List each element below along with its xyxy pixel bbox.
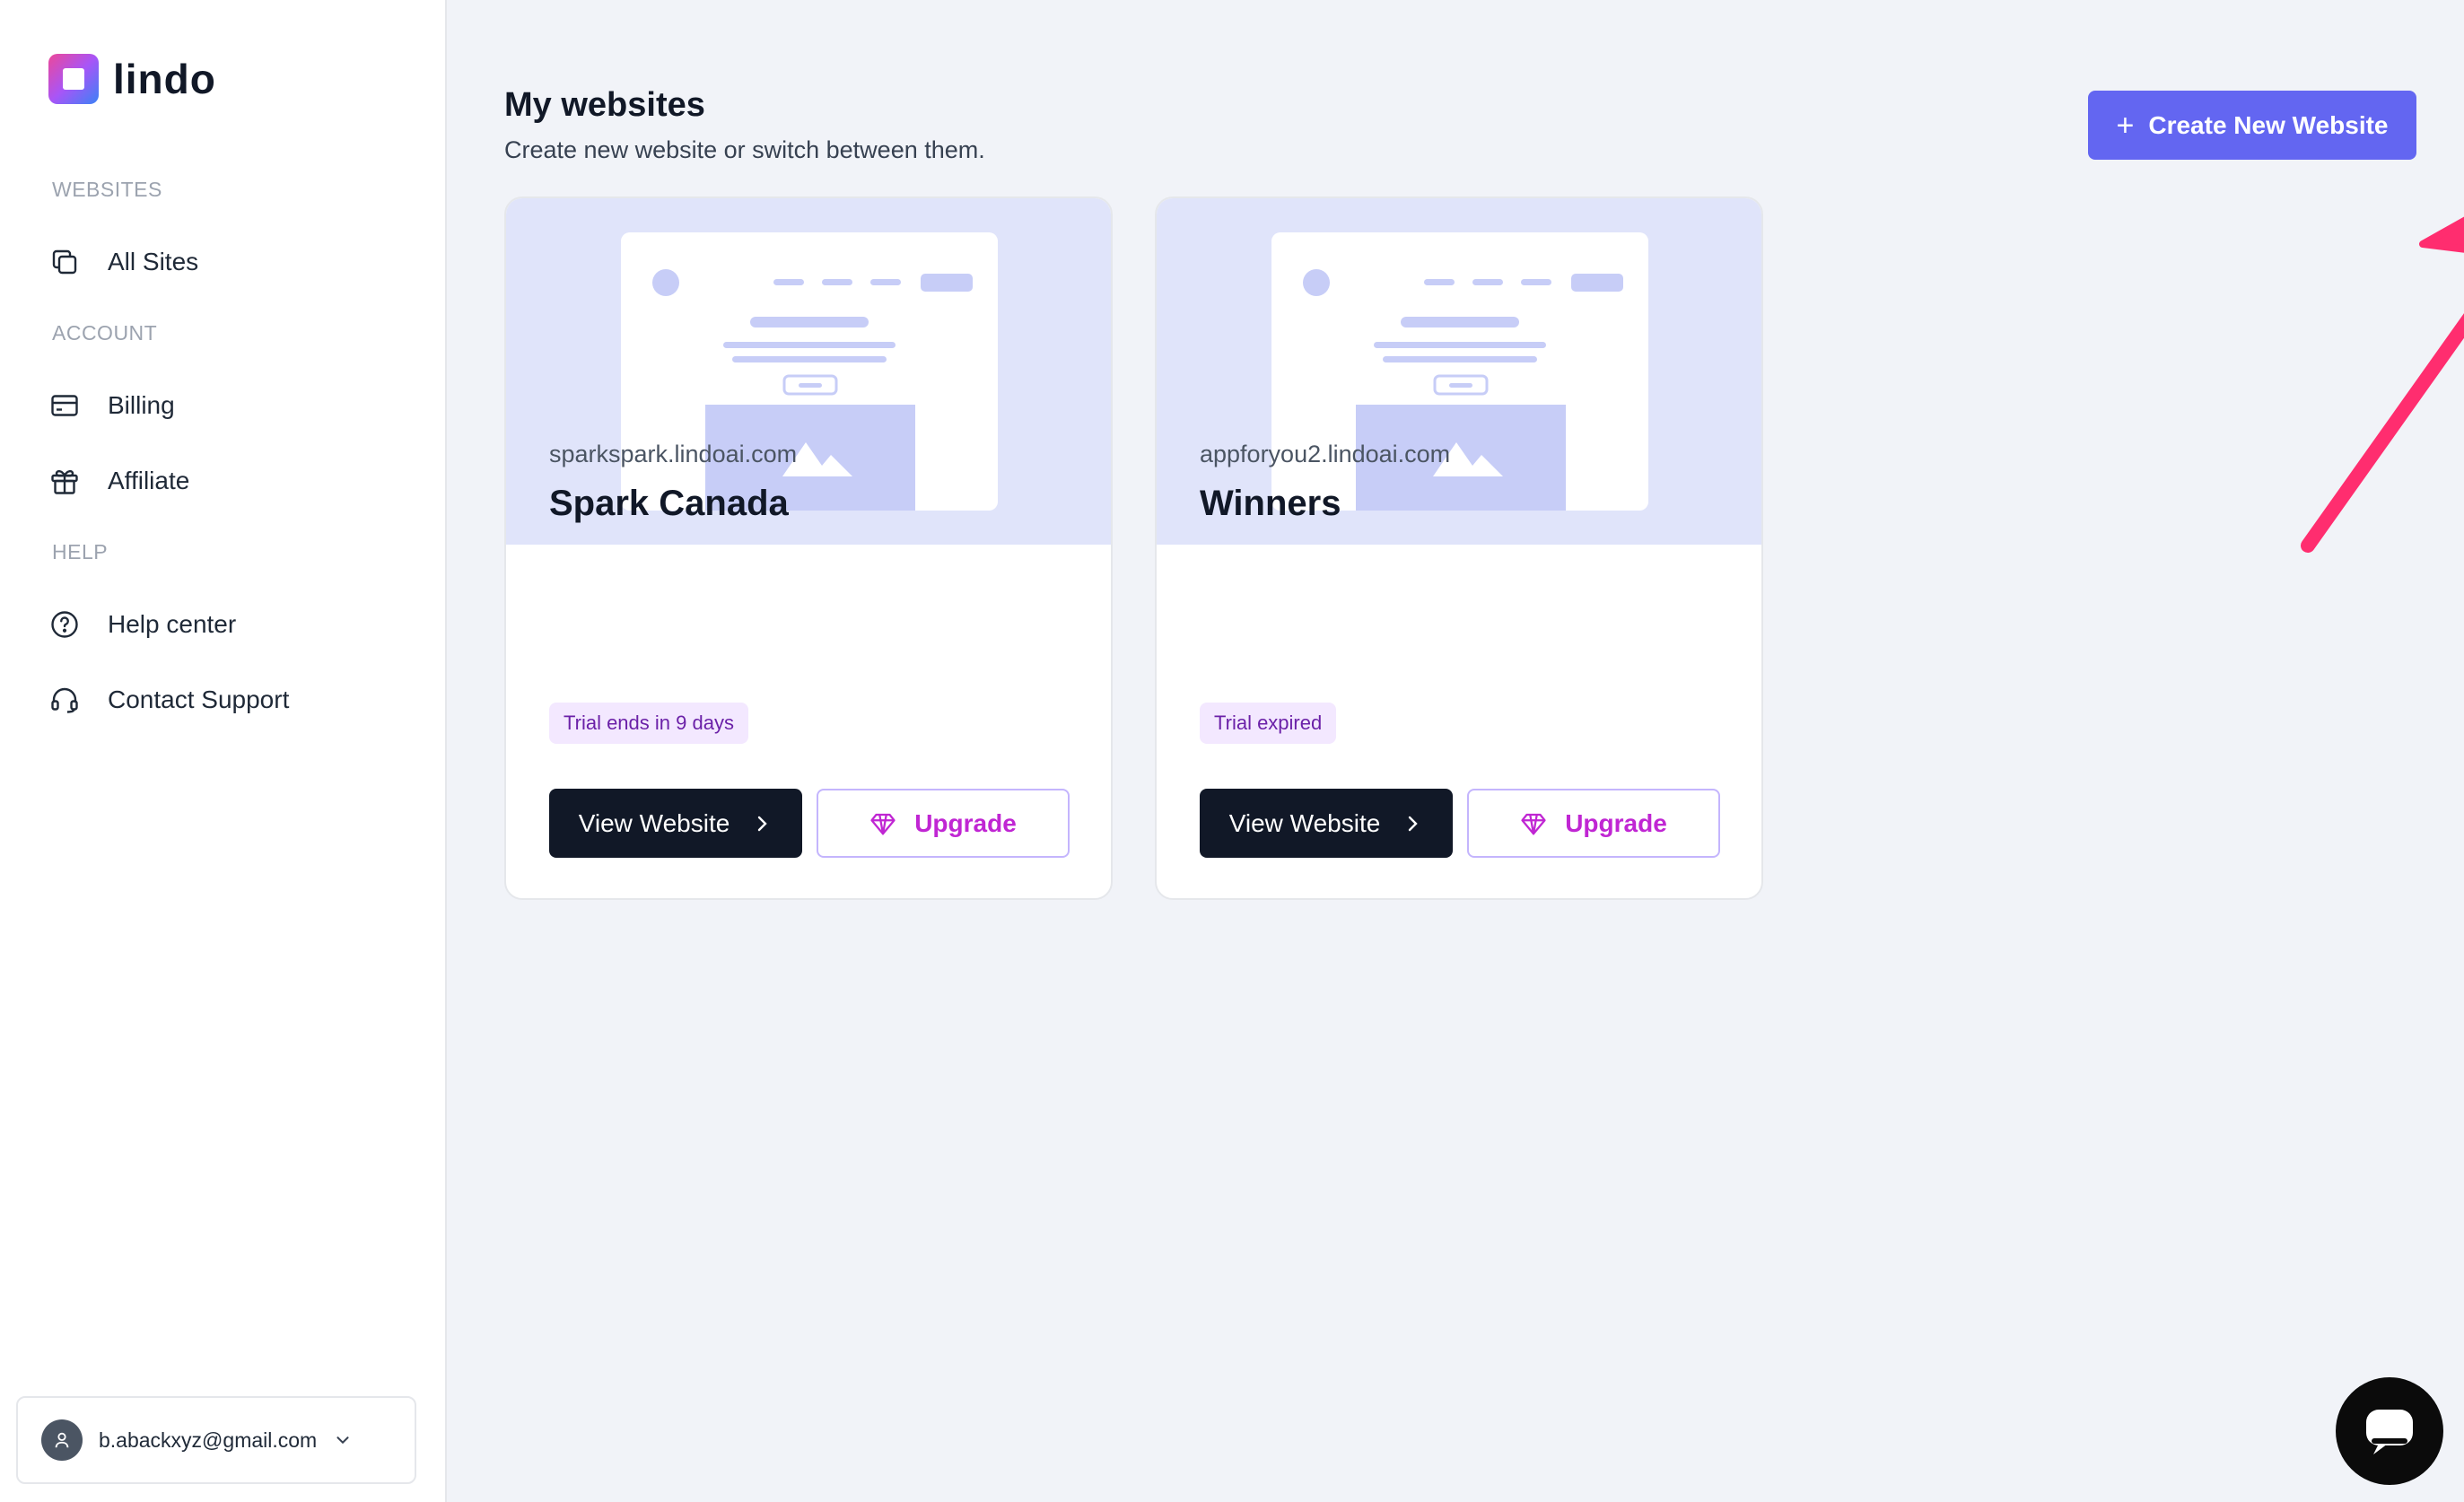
view-button-label: View Website — [578, 808, 730, 837]
site-name: Winners — [1200, 484, 1341, 523]
page-subtitle: Create new website or switch between the… — [504, 136, 985, 163]
section-label-account: ACCOUNT — [52, 321, 158, 345]
sidebar-item-affiliate[interactable]: Affiliate — [48, 459, 189, 502]
diamond-icon — [870, 813, 896, 834]
user-menu[interactable]: b.abackxyz@gmail.com — [16, 1396, 416, 1484]
brand-logo[interactable]: lindo — [48, 54, 216, 104]
status-badge: Trial ends in 9 days — [549, 703, 748, 744]
sidebar-item-label: Billing — [108, 391, 175, 419]
upgrade-button[interactable]: Upgrade — [1467, 789, 1720, 858]
upgrade-button-label: Upgrade — [914, 808, 1017, 837]
sidebar-item-help-center[interactable]: Help center — [48, 603, 236, 646]
diamond-icon — [1521, 813, 1546, 834]
chat-bubble-icon — [2366, 1410, 2413, 1454]
chevron-down-icon — [336, 1437, 349, 1445]
sidebar-item-label: All Sites — [108, 248, 199, 275]
website-mockup-illustration — [621, 232, 998, 511]
brand-name: lindo — [113, 56, 216, 102]
app-window: lindo WEBSITES All Sites ACCOUNT Billing — [0, 0, 2464, 1502]
view-website-button[interactable]: View Website — [549, 789, 802, 858]
annotation-arrow-icon — [2301, 216, 2464, 553]
site-domain: appforyou2.lindoai.com — [1200, 441, 1451, 467]
user-icon — [55, 1432, 69, 1448]
view-button-label: View Website — [1228, 808, 1381, 837]
chevron-right-icon — [758, 816, 767, 831]
view-website-button[interactable]: View Website — [1200, 789, 1453, 858]
upgrade-button[interactable]: Upgrade — [817, 789, 1070, 858]
sidebar-item-label: Affiliate — [108, 467, 190, 494]
credit-card-icon — [51, 395, 78, 416]
upgrade-button-label: Upgrade — [1565, 808, 1667, 837]
sidebar-item-billing[interactable]: Billing — [48, 384, 175, 427]
user-email: b.abackxyz@gmail.com — [99, 1428, 318, 1452]
sidebar-item-contact-support[interactable]: Contact Support — [48, 678, 289, 721]
site-name: Spark Canada — [549, 484, 789, 523]
sidebar-item-label: Contact Support — [108, 686, 290, 713]
copy-pages-icon — [52, 249, 77, 275]
site-domain: sparkspark.lindoai.com — [549, 441, 798, 467]
chat-support-button[interactable] — [2336, 1377, 2443, 1485]
sidebar-item-all-sites[interactable]: All Sites — [48, 240, 198, 284]
chevron-right-icon — [1409, 816, 1418, 831]
sidebar-item-label: Help center — [108, 610, 237, 638]
plus-icon: + — [2116, 108, 2135, 143]
site-card: appforyou2.lindoai.com Winners Trial exp… — [1155, 196, 1763, 900]
main-content: My websites Create new website or switch… — [449, 0, 2464, 1502]
help-circle-icon — [51, 611, 78, 638]
site-card: sparkspark.lindoai.com Spark Canada Tria… — [504, 196, 1113, 900]
section-label-websites: WEBSITES — [52, 178, 162, 201]
page-title: My websites — [504, 86, 705, 124]
gift-icon — [51, 470, 78, 494]
sidebar: lindo WEBSITES All Sites ACCOUNT Billing — [0, 0, 447, 1502]
headset-icon — [51, 687, 78, 713]
avatar — [41, 1419, 83, 1461]
status-badge: Trial expired — [1200, 703, 1337, 744]
logo-mark-icon — [48, 54, 99, 104]
website-mockup-illustration — [1271, 232, 1648, 511]
section-label-help: HELP — [52, 540, 109, 563]
